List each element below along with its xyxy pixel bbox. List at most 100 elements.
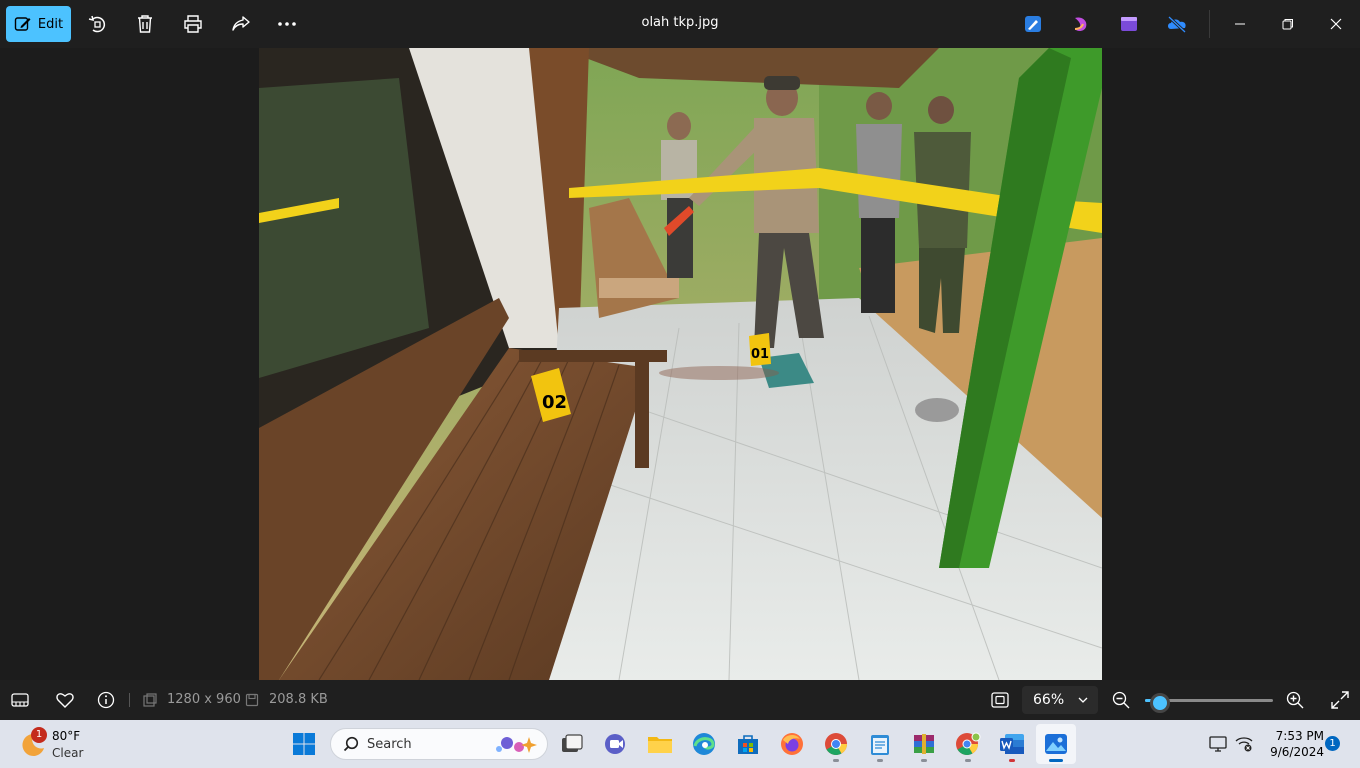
zoom-in-button[interactable] [1285,690,1305,710]
search-placeholder: Search [367,736,412,752]
task-view-button[interactable] [552,724,592,764]
video-call-icon [605,734,625,754]
evidence-marker-01: 01 [749,333,771,366]
more-icon [278,22,296,26]
filmstrip-icon [11,693,29,707]
clock-date: 9/6/2024 [1270,745,1324,759]
running-indicator [965,759,971,762]
chrome-icon [825,733,847,755]
video-editor-icon [1121,17,1137,31]
zoom-out-button[interactable] [1111,690,1131,710]
edit-button[interactable]: Edit [6,6,71,42]
file-explorer-button[interactable] [640,724,680,764]
zoom-in-icon [1286,691,1304,709]
restore-icon [1282,19,1293,30]
notepad-icon [871,735,889,755]
photos-button[interactable] [1036,724,1076,764]
archive-icon [914,734,934,754]
rotate-button[interactable] [85,12,109,36]
zoom-slider-thumb[interactable] [1150,693,1171,713]
windows-icon [293,733,315,755]
paint-app-icon [1025,16,1041,32]
printer-icon [184,15,202,33]
edit-button-label: Edit [37,16,64,32]
minimize-icon [1235,23,1245,25]
notepad-button[interactable] [860,724,900,764]
image-dimensions: 1280 x 960 [167,692,241,707]
firefox-icon [781,733,803,755]
teams-meet-button[interactable] [596,724,636,764]
crime-scene-photo: 02 01 [259,48,1102,680]
titlebar-divider [1209,10,1210,38]
edit-icon [14,17,31,31]
onedrive-off-icon [1167,15,1187,33]
chrome-button[interactable] [816,724,856,764]
restore-button[interactable] [1265,0,1311,48]
image-viewer[interactable]: 02 01 [0,48,1360,680]
word-icon [1000,734,1024,754]
display-settings-button[interactable] [1206,724,1230,764]
designer-app-button[interactable] [1021,12,1045,36]
share-icon [232,16,250,31]
zoom-dropdown[interactable]: 66% [1022,686,1098,714]
firefox-button[interactable] [772,724,812,764]
more-options-button[interactable] [275,12,299,36]
favorite-button[interactable] [55,690,75,710]
fit-to-window-button[interactable] [990,690,1010,710]
expand-icon [1331,691,1349,709]
print-button[interactable] [181,12,205,36]
network-disconnected-icon [1235,737,1253,752]
edge-browser-icon [693,733,715,755]
running-indicator [877,759,883,762]
edge-button[interactable] [684,724,724,764]
running-indicator [921,759,927,762]
close-icon [1330,18,1342,30]
trash-icon [138,15,152,33]
winrar-button[interactable] [904,724,944,764]
zoom-level: 66% [1033,692,1065,708]
system-clock[interactable]: 7:53 PM 9/6/2024 [1262,728,1324,760]
start-button[interactable] [284,724,324,764]
chrome-profile-button[interactable] [948,724,988,764]
running-indicator [833,759,839,762]
monitor-icon [1209,736,1227,752]
svg-text:02: 02 [542,392,567,413]
zoom-out-icon [1112,691,1130,709]
fit-window-icon [991,692,1009,708]
share-button[interactable] [229,12,253,36]
running-indicator [1009,759,1015,762]
clock-time: 7:53 PM [1275,729,1324,743]
chevron-down-icon [1078,697,1088,703]
heart-icon [56,693,74,708]
delete-button[interactable] [133,12,157,36]
minimize-button[interactable] [1217,0,1263,48]
network-button[interactable] [1232,724,1256,764]
photo-canvas[interactable]: 02 01 [259,48,1102,680]
onedrive-button[interactable] [1165,12,1189,36]
clipchamp-button[interactable] [1069,12,1093,36]
photos-app-icon [1045,734,1067,754]
clipchamp-icon [1074,17,1087,32]
taskbar-search[interactable]: Search [330,728,548,760]
taskbar: 1 80°F Clear Search 7:53 PM 9/6/2024 1 [0,720,1360,768]
close-button[interactable] [1313,0,1359,48]
info-icon [97,691,115,709]
filmstrip-button[interactable] [10,690,30,710]
weather-temp: 80°F [52,729,81,743]
microsoft-store-button[interactable] [728,724,768,764]
weather-badge: 1 [31,727,47,743]
title-bar: Edit olah tkp.jpg [0,0,1360,48]
file-size-icon [242,690,262,710]
video-editor-button[interactable] [1117,12,1141,36]
store-icon [738,735,758,754]
status-divider [129,693,130,707]
status-bar: 1280 x 960 208.8 KB 66% [0,680,1360,720]
weather-widget[interactable]: 1 80°F Clear [18,726,138,762]
file-info-button[interactable] [96,690,116,710]
word-button[interactable] [992,724,1032,764]
notification-badge[interactable]: 1 [1325,736,1340,751]
rotate-icon [88,15,106,33]
file-size: 208.8 KB [269,692,328,707]
active-indicator [1049,759,1063,762]
fullscreen-button[interactable] [1330,690,1350,710]
